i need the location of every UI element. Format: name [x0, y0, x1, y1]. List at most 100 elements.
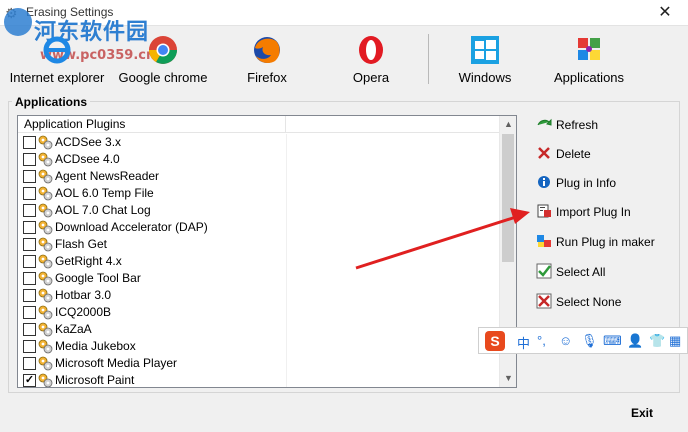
exit-button[interactable]: Exit [620, 402, 664, 424]
column-divider [286, 134, 287, 151]
toolbar-label: Opera [352, 70, 390, 85]
close-button[interactable]: ✕ [642, 0, 688, 26]
toolbar-label: Firefox [247, 70, 287, 85]
plugin-row[interactable]: AOL 6.0 Temp File [18, 185, 500, 202]
plugin-name: Media Jukebox [55, 339, 136, 353]
column-header-application-plugins[interactable]: Application Plugins [18, 116, 286, 133]
column-divider [286, 304, 287, 321]
scroll-up-icon[interactable]: ▲ [500, 116, 516, 133]
user-icon[interactable]: 👤 [627, 333, 643, 349]
plugin-row[interactable]: GetRight 4.x [18, 253, 500, 270]
ime-punctuation[interactable]: °, [537, 333, 546, 348]
plugin-row[interactable]: ACDSee 3.x [18, 134, 500, 151]
plugin-row[interactable]: Download Accelerator (DAP) [18, 219, 500, 236]
toolbar-label: Applications [553, 70, 625, 85]
plugin-info-button[interactable]: Plug in Info [530, 170, 676, 194]
firefox-icon [254, 37, 280, 64]
delete-icon [538, 147, 550, 159]
plugin-row[interactable]: Flash Get [18, 236, 500, 253]
plugin-row[interactable]: KaZaA [18, 321, 500, 338]
refresh-label: Refresh [556, 118, 599, 132]
toolbar-windows[interactable]: Windows [430, 34, 540, 90]
grid-menu-icon[interactable]: ▦ [669, 333, 681, 349]
plugin-checkbox[interactable] [23, 221, 36, 234]
select-none-button[interactable]: Select None [530, 289, 676, 313]
import-plugin-button[interactable]: Import Plug In [530, 199, 676, 223]
plugin-name: Microsoft Paint [55, 373, 135, 387]
select-all-button[interactable]: Select All [530, 259, 676, 283]
plugin-row[interactable]: ICQ2000B [18, 304, 500, 321]
plugin-checkbox[interactable]: ✓ [23, 374, 36, 387]
microphone-icon[interactable]: 🎙 [581, 333, 598, 349]
application-plugins-list[interactable]: Application Plugins ACDSee 3.x ACDsee 4.0… [17, 115, 517, 388]
plugin-name: Hotbar 3.0 [55, 288, 112, 302]
run-plugin-maker-button[interactable]: Run Plug in maker [530, 229, 676, 253]
toolbar-firefox[interactable]: Firefox [212, 34, 322, 90]
plugin-rows: ACDSee 3.x ACDsee 4.0 Agent NewsReader AOL … [18, 134, 500, 387]
select-all-icon [536, 263, 552, 279]
sogou-logo[interactable]: S [485, 331, 505, 351]
plugin-icon [38, 220, 53, 235]
plugin-icon [38, 169, 53, 184]
toolbar-opera[interactable]: Opera [316, 34, 426, 90]
windows-icon [471, 36, 499, 64]
plugin-checkbox[interactable] [23, 340, 36, 353]
plugin-checkbox[interactable] [23, 204, 36, 217]
plugin-row[interactable]: Media Jukebox [18, 338, 500, 355]
column-divider [286, 185, 287, 202]
plugin-icon [38, 254, 53, 269]
keyboard-icon[interactable]: ⌨ [603, 333, 622, 349]
plugin-checkbox[interactable] [23, 289, 36, 302]
plugin-icon [38, 237, 53, 252]
plugin-checkbox[interactable] [23, 187, 36, 200]
select-all-label: Select All [556, 265, 606, 279]
toolbar-internet-explorer[interactable]: Internet explorer [2, 34, 112, 90]
plugin-checkbox[interactable] [23, 272, 36, 285]
plugin-row[interactable]: Agent NewsReader [18, 168, 500, 185]
skin-icon[interactable]: 👕 [649, 333, 665, 349]
plugin-info-label: Plug in Info [556, 176, 617, 190]
plugin-checkbox[interactable] [23, 170, 36, 183]
ime-toolbar[interactable]: S 中 °, ☺ 🎙 ⌨ 👤 👕 ▦ [478, 327, 688, 354]
plugin-row[interactable]: Google Tool Bar [18, 270, 500, 287]
toolbar-applications[interactable]: Applications [534, 34, 644, 90]
plugin-checkbox[interactable] [23, 153, 36, 166]
plugin-checkbox[interactable] [23, 255, 36, 268]
plugin-checkbox[interactable] [23, 306, 36, 319]
plugin-maker-icon [537, 235, 551, 247]
plugin-name: Agent NewsReader [55, 169, 160, 183]
plugin-checkbox[interactable] [23, 357, 36, 370]
import-icon [537, 204, 551, 218]
column-divider [286, 168, 287, 185]
import-plugin-label: Import Plug In [556, 205, 631, 219]
scroll-thumb[interactable] [502, 134, 514, 262]
plugin-icon [38, 339, 53, 354]
emoji-icon[interactable]: ☺ [559, 333, 572, 348]
plugin-icon [38, 152, 53, 167]
plugin-icon [38, 373, 53, 387]
plugin-checkbox[interactable] [23, 136, 36, 149]
refresh-button[interactable]: Refresh [530, 112, 676, 136]
plugin-checkbox[interactable] [23, 323, 36, 336]
ime-mode-toggle[interactable]: 中 [517, 333, 530, 352]
refresh-icon [537, 118, 552, 126]
plugin-row[interactable]: ACDsee 4.0 [18, 151, 500, 168]
plugin-name: ACDSee 3.x [55, 135, 122, 149]
column-divider [286, 338, 287, 355]
delete-button[interactable]: Delete [530, 141, 676, 165]
toolbar-separator [428, 34, 429, 84]
plugin-icon [38, 305, 53, 320]
plugin-checkbox[interactable] [23, 238, 36, 251]
list-header: Application Plugins [18, 116, 500, 133]
toolbar-google-chrome[interactable]: Google chrome [108, 34, 218, 90]
column-divider [286, 253, 287, 270]
plugin-row[interactable]: Microsoft Media Player [18, 355, 500, 372]
plugin-name: Microsoft Media Player [55, 356, 178, 370]
plugin-row[interactable]: Hotbar 3.0 [18, 287, 500, 304]
scroll-down-icon[interactable]: ▼ [500, 370, 516, 387]
plugin-icon [38, 186, 53, 201]
plugin-icon [38, 288, 53, 303]
plugin-name: KaZaA [55, 322, 92, 336]
plugin-row[interactable]: AOL 7.0 Chat Log [18, 202, 500, 219]
plugin-row[interactable]: ✓ Microsoft Paint [18, 372, 500, 387]
